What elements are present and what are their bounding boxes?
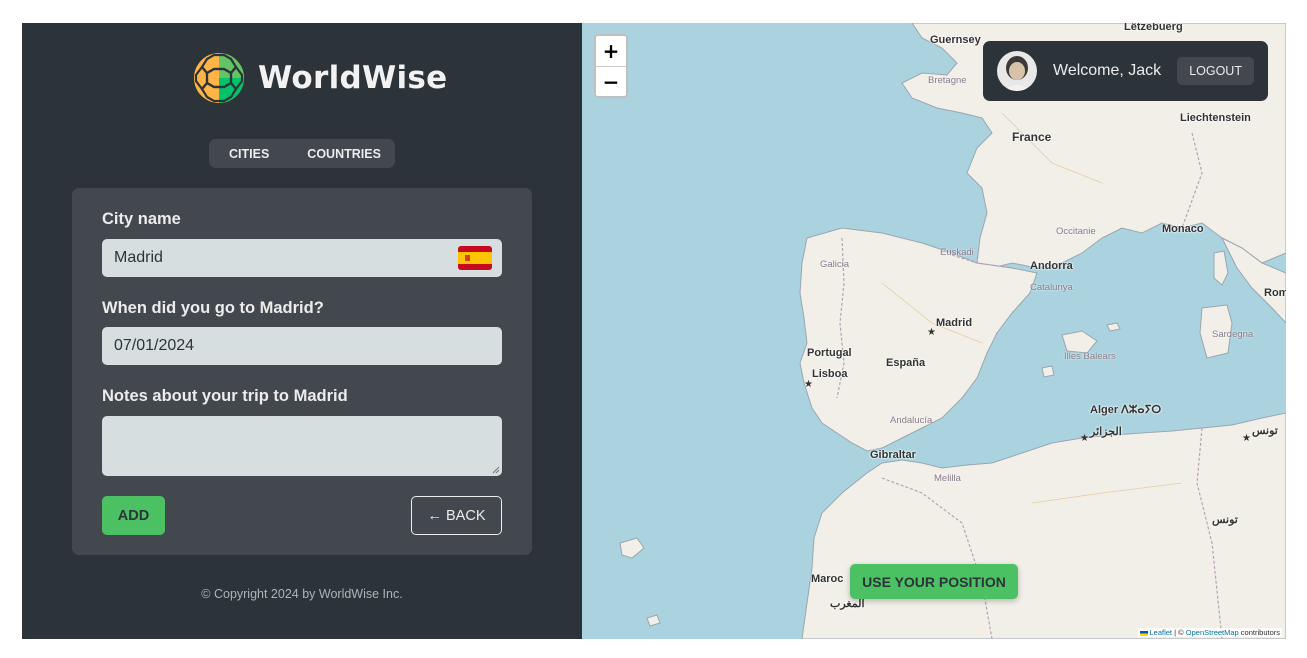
svg-text:★: ★	[927, 327, 936, 338]
map-label-tunisia-ar: تونس	[1212, 514, 1238, 526]
map-label-sardegna: Sardegna	[1212, 329, 1254, 340]
map-label-liechtenstein: Liechtenstein	[1180, 112, 1251, 124]
map-label-gibraltar: Gibraltar	[870, 449, 916, 461]
map-label-galicia: Galicia	[820, 259, 850, 270]
map-label-letzebuerg: Lëtzebuerg	[1124, 23, 1183, 33]
zoom-in-button[interactable]: +	[596, 36, 626, 67]
date-label: When did you go to Madrid?	[102, 299, 324, 317]
resize-handle-icon[interactable]	[492, 466, 500, 474]
logout-button[interactable]: Logout	[1177, 57, 1254, 85]
city-name-input[interactable]: Madrid	[102, 239, 502, 277]
use-position-button[interactable]: Use your position	[850, 564, 1018, 599]
map-label-andalucia: Andalucía	[890, 415, 933, 426]
map-label-lisboa: Lisboa	[812, 368, 848, 380]
avatar	[997, 51, 1037, 91]
map-label-illes-balears: Illes Balears	[1064, 351, 1116, 362]
map-label-tunis-ar: تونس	[1252, 425, 1278, 437]
map-label-alger: Alger ⴷⵣⴰⵢⵔ	[1090, 404, 1162, 416]
map-label-euskadi: Euskadi	[940, 247, 974, 258]
svg-text:★: ★	[1242, 433, 1251, 444]
app-layout: WorldWise Cities Countries City name Mad…	[22, 23, 1286, 639]
back-button[interactable]: ← BACK	[411, 496, 502, 535]
svg-text:★: ★	[804, 379, 813, 390]
date-input[interactable]: 07/01/2024	[102, 327, 502, 365]
map-label-maroc: Maroc	[811, 573, 844, 585]
app-nav: Cities Countries	[209, 139, 395, 168]
map-label-portugal: Portugal	[807, 347, 852, 359]
map-label-roma: Rom	[1264, 287, 1286, 299]
globe-logo-icon	[194, 53, 244, 103]
city-name-value: Madrid	[114, 249, 163, 266]
map-label-madrid: Madrid	[936, 317, 973, 329]
map-label-monaco: Monaco	[1162, 223, 1204, 235]
map-label-andorra: Andorra	[1030, 260, 1073, 272]
welcome-text: Welcome, Jack	[1053, 62, 1162, 79]
zoom-control: + −	[594, 34, 628, 98]
map-label-guernsey: Guernsey	[930, 34, 981, 46]
tab-countries[interactable]: Countries	[307, 147, 381, 161]
tab-cities[interactable]: Cities	[229, 147, 269, 161]
map-attribution: Leaflet | © OpenStreetMap contributors	[1137, 628, 1282, 637]
logo[interactable]: WorldWise	[192, 51, 448, 105]
map-label-france: France	[1012, 130, 1052, 144]
attribution-suffix: contributors	[1238, 628, 1280, 637]
user-panel: Welcome, Jack Logout	[983, 41, 1268, 101]
copyright: © Copyright 2024 by WorldWise Inc.	[201, 587, 403, 601]
osm-link[interactable]: OpenStreetMap	[1186, 628, 1239, 637]
notes-textarea[interactable]	[102, 416, 502, 476]
map-label-melilla: Melilla	[934, 473, 961, 484]
attribution-separator: | ©	[1172, 628, 1186, 637]
ukraine-flag-icon	[1139, 630, 1148, 636]
map-label-algeria-ar: الجزائر	[1090, 426, 1122, 438]
brand-name: WorldWise	[258, 60, 448, 96]
leaflet-link[interactable]: Leaflet	[1150, 628, 1173, 637]
add-city-form: City name Madrid When did you go to Madr…	[72, 188, 532, 555]
map-label-espana: España	[886, 357, 926, 369]
map-label-occitanie: Occitanie	[1056, 226, 1096, 237]
spain-flag-icon	[458, 246, 492, 270]
svg-text:★: ★	[1080, 433, 1089, 444]
map-container[interactable]: ★ ★ ★ ★ Lëtzebuerg Guernsey Bretagne Fra…	[582, 23, 1286, 639]
map-label-bretagne: Bretagne	[928, 75, 967, 86]
zoom-out-button[interactable]: −	[596, 67, 626, 97]
add-button[interactable]: ADD	[102, 496, 165, 535]
map-label-catalunya: Catalunya	[1030, 282, 1073, 293]
date-value: 07/01/2024	[114, 337, 195, 354]
notes-label: Notes about your trip to Madrid	[102, 387, 348, 405]
city-name-label: City name	[102, 210, 181, 228]
user-avatar-icon	[997, 51, 1037, 91]
sidebar: WorldWise Cities Countries City name Mad…	[22, 23, 582, 639]
